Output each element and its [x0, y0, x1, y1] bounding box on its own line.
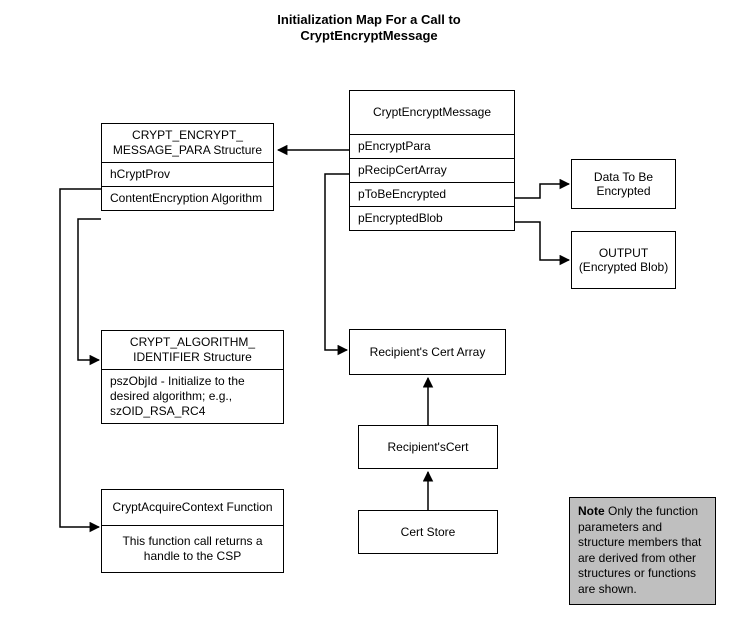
cem-ptobeencrypted: pToBeEncrypted — [350, 183, 514, 207]
note-bold: Note — [578, 504, 605, 518]
title-line1: Initialization Map For a Call to — [277, 12, 460, 27]
box-crypt-encrypt-message: CryptEncryptMessage pEncryptPara pRecipC… — [349, 90, 515, 231]
box-recipient-cert-array: Recipient's Cert Array — [349, 329, 506, 375]
data-to-encrypt-label: Data To Be Encrypted — [578, 170, 669, 198]
box-output-blob: OUTPUT (Encrypted Blob) — [571, 231, 676, 289]
box-algorithm-identifier: CRYPT_ALGORITHM_ IDENTIFIER Structure ps… — [101, 330, 284, 424]
encrypt-para-hcryptprov: hCryptProv — [102, 163, 273, 187]
title-line2: CryptEncryptMessage — [300, 28, 437, 43]
cert-store-label: Cert Store — [401, 525, 456, 539]
output-blob-label: OUTPUT (Encrypted Blob) — [578, 246, 669, 274]
cem-pencryptedblob: pEncryptedBlob — [350, 207, 514, 230]
note-box: Note Only the function parameters and st… — [569, 497, 716, 605]
page-title: Initialization Map For a Call to CryptEn… — [0, 12, 738, 43]
cem-precipcertarray: pRecipCertArray — [350, 159, 514, 183]
cem-header: CryptEncryptMessage — [350, 91, 514, 135]
box-acquire-context: CryptAcquireContext Function This functi… — [101, 489, 284, 573]
box-encrypt-para: CRYPT_ENCRYPT_ MESSAGE_PARA Structure hC… — [101, 123, 274, 211]
box-recipient-cert: Recipient'sCert — [358, 425, 498, 469]
alg-id-pszobjid: pszObjId - Initialize to the desired alg… — [102, 370, 283, 423]
acquire-ctx-desc: This function call returns a handle to t… — [102, 526, 283, 572]
encrypt-para-header: CRYPT_ENCRYPT_ MESSAGE_PARA Structure — [102, 124, 273, 163]
box-cert-store: Cert Store — [358, 510, 498, 554]
recipient-array-label: Recipient's Cert Array — [370, 345, 486, 359]
box-data-to-encrypt: Data To Be Encrypted — [571, 159, 676, 209]
alg-id-header: CRYPT_ALGORITHM_ IDENTIFIER Structure — [102, 331, 283, 370]
recipient-cert-label: Recipient'sCert — [388, 440, 469, 454]
acquire-ctx-header: CryptAcquireContext Function — [102, 490, 283, 526]
encrypt-para-content-alg: ContentEncryption Algorithm — [102, 187, 273, 210]
cem-pencryptpara: pEncryptPara — [350, 135, 514, 159]
